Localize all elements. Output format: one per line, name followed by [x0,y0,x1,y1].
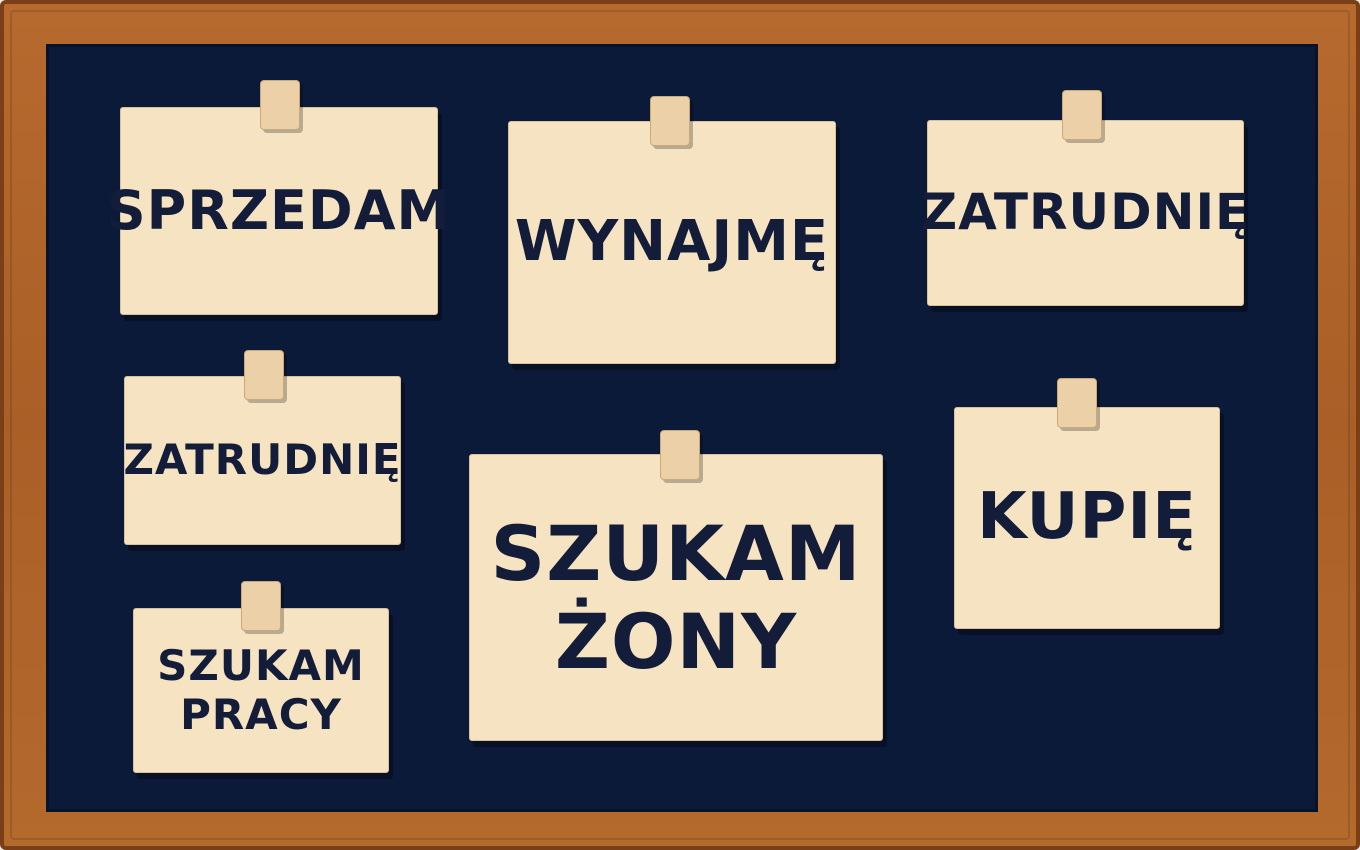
tape-icon [260,80,300,130]
note-text: ZATRUDNIĘ [920,183,1251,242]
note-wynajme: WYNAJMĘ [508,121,836,364]
note-text-line2: ŻONY [554,596,798,686]
tape-icon [241,581,281,631]
note-text: KUPIĘ [977,480,1197,555]
note-text-line1: SZUKAM [490,509,862,599]
note-zatrudnie: ZATRUDNIĘ [921,120,1249,306]
note-text-line2: PRACY [180,689,342,739]
note-text: SPRZEDAM [106,178,452,242]
tape-icon [650,96,690,146]
tape-icon [244,350,284,400]
note-text: ZATRUDNIĘ [123,435,402,485]
note-sprzedam: SPRZEDAM [107,107,450,315]
tape-icon [1057,378,1097,428]
note-szukam-pracy: SZUKAM PRACY [133,608,389,773]
note-text-line1: SZUKAM [157,641,365,691]
note-kupie: KUPIĘ [954,407,1220,629]
note-zatrudnie: ZATRUDNIĘ [123,376,402,545]
tape-icon [660,430,700,480]
tape-icon [1062,90,1102,140]
note-szukam-zony: SZUKAM ŻONY [469,454,883,741]
note-text: WYNAJMĘ [514,209,830,275]
